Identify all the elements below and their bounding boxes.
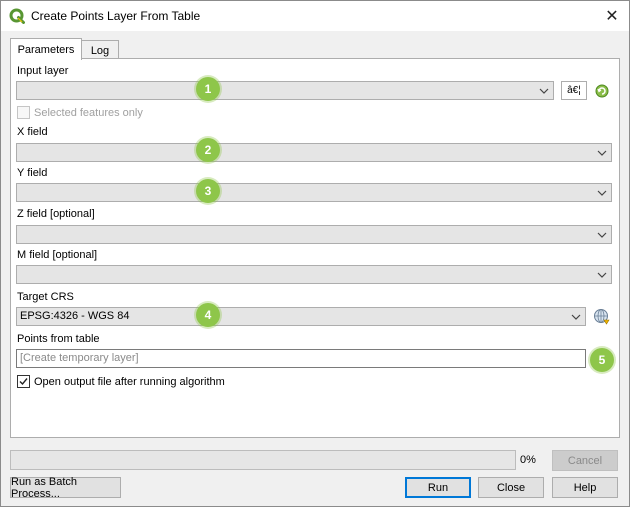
tab-parameters[interactable]: Parameters [10,38,82,60]
z-field-combo[interactable] [16,225,612,244]
callout-marker-5: 5 [590,348,614,372]
batch-label: Run as Batch Process... [11,475,78,500]
m-field-label: M field [optional] [17,249,98,261]
progress-bar [10,450,516,470]
progress-percent: 0% [520,454,536,466]
close-label: Close [496,481,526,494]
run-button[interactable]: Run [405,477,471,498]
select-crs-button[interactable] [591,307,613,326]
target-crs-label: Target CRS [17,291,74,303]
chevron-down-icon [597,150,607,156]
help-label: Help [573,481,597,494]
tab-parameters-label: Parameters [17,43,75,56]
y-field-label: Y field [17,167,48,179]
window-title: Create Points Layer From Table [31,9,201,23]
input-layer-combo[interactable] [16,81,554,100]
title-bar: Create Points Layer From Table ✕ [1,1,629,31]
target-crs-value: EPSG:4326 - WGS 84 [20,310,130,322]
globe-crs-icon [594,308,610,325]
iterate-over-features-button[interactable] [591,81,613,100]
callout-marker-3: 3 [196,179,220,203]
qgis-logo-icon [9,8,25,24]
ellipsis-label: â€¦ [567,85,581,96]
chevron-down-icon [597,232,607,238]
open-output-label: Open output file after running algorithm [34,376,225,388]
close-icon: ✕ [605,8,619,25]
cancel-button[interactable]: Cancel [552,450,618,471]
checkmark-icon [19,378,28,386]
chevron-down-icon [597,272,607,278]
chevron-down-icon [539,88,549,94]
close-window-button[interactable]: ✕ [595,1,629,31]
input-layer-label: Input layer [17,65,69,77]
x-field-combo[interactable] [16,143,612,162]
input-layer-ellipsis-button[interactable]: â€¦ [561,81,587,100]
refresh-iterate-icon [595,84,609,97]
tab-log[interactable]: Log [81,40,119,60]
y-field-combo[interactable] [16,183,612,202]
run-as-batch-button[interactable]: Run as Batch Process... [10,475,121,500]
callout-marker-4: 4 [196,303,220,327]
output-layer-input[interactable]: [Create temporary layer] [16,349,586,368]
x-field-label: X field [17,126,48,138]
points-from-table-label: Points from table [17,333,100,345]
callout-marker-2: 2 [196,138,220,162]
z-field-label: Z field [optional] [17,208,95,220]
selected-features-checkbox[interactable] [17,106,30,119]
help-button[interactable]: Help [552,477,618,498]
chevron-down-icon [571,314,581,320]
dialog-window: Create Points Layer From Table ✕ Paramet… [0,0,630,507]
callout-marker-1: 1 [196,77,220,101]
close-button[interactable]: Close [478,477,544,498]
tab-log-label: Log [90,44,110,57]
m-field-combo[interactable] [16,265,612,284]
output-layer-placeholder: [Create temporary layer] [20,352,139,364]
target-crs-combo[interactable]: EPSG:4326 - WGS 84 [16,307,586,326]
cancel-label: Cancel [567,454,603,467]
chevron-down-icon [597,190,607,196]
open-output-checkbox[interactable] [17,375,30,388]
run-label: Run [427,481,449,494]
selected-features-label: Selected features only [34,107,143,119]
